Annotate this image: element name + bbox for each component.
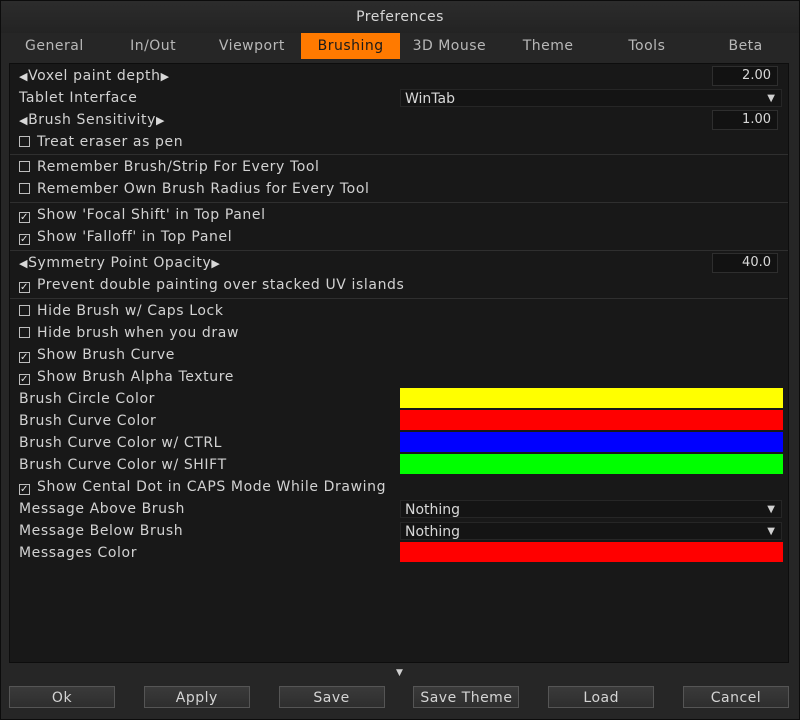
hide-brush-draw-label: Hide brush when you draw [37, 325, 240, 341]
tab-in-out[interactable]: In/Out [104, 33, 203, 59]
checkbox-checked-icon[interactable]: ✓ [19, 374, 30, 385]
prevent-double-painting-label: Prevent double painting over stacked UV … [37, 277, 405, 293]
voxel-paint-depth-row: ◀Voxel paint depth▶ [19, 65, 170, 87]
messages-color-swatch[interactable] [400, 542, 783, 562]
tab-tools[interactable]: Tools [598, 33, 697, 59]
scroll-down-icon[interactable]: ▼ [396, 668, 403, 678]
tab-theme[interactable]: Theme [499, 33, 598, 59]
chevron-down-icon: ▼ [767, 526, 775, 537]
brush-sensitivity-input[interactable]: 1.00 [712, 110, 778, 130]
brush-curve-color-shift-swatch[interactable] [400, 454, 783, 474]
brush-circle-color-label: Brush Circle Color [19, 391, 155, 407]
checkbox-checked-icon[interactable]: ✓ [19, 212, 30, 223]
hide-brush-caps-checkbox[interactable]: Hide Brush w/ Caps Lock [19, 300, 224, 322]
message-below-brush-label: Message Below Brush [19, 523, 184, 539]
chevron-down-icon: ▼ [767, 504, 775, 515]
ok-button[interactable]: Ok [9, 686, 115, 708]
brush-curve-color-ctrl-swatch[interactable] [400, 432, 783, 452]
load-button[interactable]: Load [548, 686, 655, 708]
brush-curve-color-swatch[interactable] [400, 410, 783, 430]
brush-sensitivity-label: Brush Sensitivity [28, 112, 156, 128]
checkbox-checked-icon[interactable]: ✓ [19, 234, 30, 245]
message-below-brush-value: Nothing [405, 524, 461, 540]
remember-brush-radius-checkbox[interactable]: Remember Own Brush Radius for Every Tool [19, 178, 369, 200]
tab-beta[interactable]: Beta [696, 33, 795, 59]
divider [10, 202, 788, 203]
tab-viewport[interactable]: Viewport [203, 33, 302, 59]
remember-brush-strip-label: Remember Brush/Strip For Every Tool [37, 159, 320, 175]
tab-general[interactable]: General [5, 33, 104, 59]
show-focal-shift-label: Show 'Focal Shift' in Top Panel [37, 207, 266, 223]
show-focal-shift-checkbox[interactable]: ✓ Show 'Focal Shift' in Top Panel [19, 204, 266, 226]
save-button[interactable]: Save [278, 686, 385, 708]
show-brush-curve-label: Show Brush Curve [37, 347, 175, 363]
voxel-paint-depth-input[interactable]: 2.00 [712, 66, 778, 86]
message-above-brush-label: Message Above Brush [19, 501, 185, 517]
show-brush-curve-checkbox[interactable]: ✓ Show Brush Curve [19, 344, 175, 366]
hide-brush-caps-label: Hide Brush w/ Caps Lock [37, 303, 224, 319]
dialog-button-bar: Ok Apply Save Save Theme Load Cancel [9, 681, 789, 713]
save-theme-button[interactable]: Save Theme [413, 686, 520, 708]
tablet-interface-value: WinTab [405, 91, 455, 107]
arrow-right-icon[interactable]: ▶ [156, 114, 165, 127]
tab-brushing[interactable]: Brushing [301, 33, 400, 59]
brushing-settings-panel: ◀Voxel paint depth▶ 2.00 Tablet Interfac… [9, 63, 789, 663]
hide-brush-draw-checkbox[interactable]: Hide brush when you draw [19, 322, 239, 344]
show-brush-alpha-checkbox[interactable]: ✓ Show Brush Alpha Texture [19, 366, 234, 388]
preferences-window: Preferences General In/Out Viewport Brus… [0, 0, 800, 720]
brush-curve-color-ctrl-label: Brush Curve Color w/ CTRL [19, 435, 223, 451]
checkbox-unchecked-icon[interactable] [19, 161, 30, 172]
remember-brush-radius-label: Remember Own Brush Radius for Every Tool [37, 181, 370, 197]
apply-button[interactable]: Apply [143, 686, 250, 708]
divider [10, 298, 788, 299]
treat-eraser-checkbox[interactable]: Treat eraser as pen [19, 131, 183, 153]
treat-eraser-label: Treat eraser as pen [37, 134, 184, 150]
tablet-interface-label: Tablet Interface [19, 90, 138, 106]
symmetry-point-opacity-row: ◀Symmetry Point Opacity▶ [19, 252, 220, 274]
messages-color-label: Messages Color [19, 545, 138, 561]
message-above-brush-value: Nothing [405, 502, 461, 518]
divider [10, 250, 788, 251]
brush-circle-color-swatch[interactable] [400, 388, 783, 408]
arrow-right-icon[interactable]: ▶ [161, 70, 170, 83]
show-falloff-checkbox[interactable]: ✓ Show 'Falloff' in Top Panel [19, 226, 232, 248]
tab-3d-mouse[interactable]: 3D Mouse [400, 33, 499, 59]
arrow-left-icon[interactable]: ◀ [19, 70, 28, 83]
arrow-right-icon[interactable]: ▶ [211, 257, 220, 270]
prevent-double-painting-checkbox[interactable]: ✓ Prevent double painting over stacked UV… [19, 274, 404, 296]
arrow-left-icon[interactable]: ◀ [19, 114, 28, 127]
brush-sensitivity-row: ◀Brush Sensitivity▶ [19, 109, 165, 131]
message-above-brush-select[interactable]: Nothing ▼ [400, 500, 782, 518]
checkbox-unchecked-icon[interactable] [19, 327, 30, 338]
message-below-brush-select[interactable]: Nothing ▼ [400, 522, 782, 540]
symmetry-point-opacity-input[interactable]: 40.0 [712, 253, 778, 273]
checkbox-checked-icon[interactable]: ✓ [19, 352, 30, 363]
brush-curve-color-label: Brush Curve Color [19, 413, 157, 429]
symmetry-point-opacity-label: Symmetry Point Opacity [28, 255, 212, 271]
brush-curve-color-shift-label: Brush Curve Color w/ SHIFT [19, 457, 227, 473]
show-brush-alpha-label: Show Brush Alpha Texture [37, 369, 234, 385]
remember-brush-strip-checkbox[interactable]: Remember Brush/Strip For Every Tool [19, 156, 320, 178]
window-title: Preferences [1, 1, 799, 33]
checkbox-checked-icon[interactable]: ✓ [19, 282, 30, 293]
show-falloff-label: Show 'Falloff' in Top Panel [37, 229, 233, 245]
voxel-paint-depth-label: Voxel paint depth [28, 68, 161, 84]
checkbox-checked-icon[interactable]: ✓ [19, 484, 30, 495]
checkbox-unchecked-icon[interactable] [19, 136, 30, 147]
tab-bar: General In/Out Viewport Brushing 3D Mous… [5, 33, 795, 59]
checkbox-unchecked-icon[interactable] [19, 305, 30, 316]
tablet-interface-select[interactable]: WinTab ▼ [400, 89, 782, 107]
arrow-left-icon[interactable]: ◀ [19, 257, 28, 270]
checkbox-unchecked-icon[interactable] [19, 183, 30, 194]
divider [10, 154, 788, 155]
show-central-dot-checkbox[interactable]: ✓ Show Cental Dot in CAPS Mode While Draw… [19, 476, 386, 498]
chevron-down-icon: ▼ [767, 93, 775, 104]
show-central-dot-label: Show Cental Dot in CAPS Mode While Drawi… [37, 479, 387, 495]
cancel-button[interactable]: Cancel [682, 686, 789, 708]
